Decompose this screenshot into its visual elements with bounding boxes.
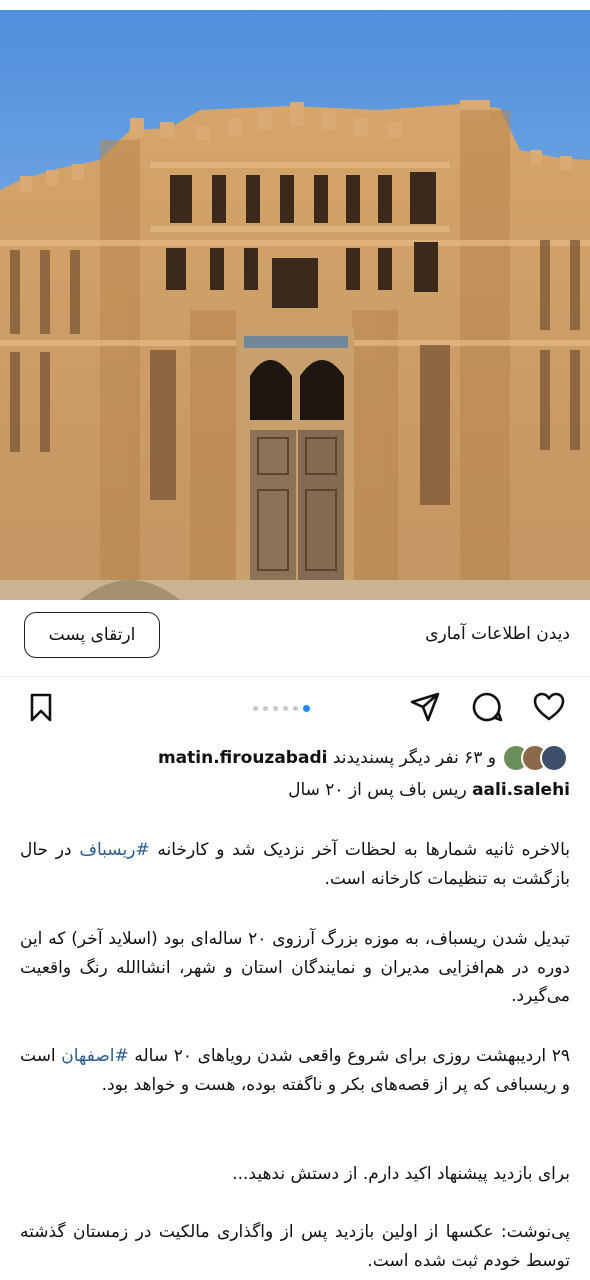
- boost-post-button[interactable]: ارتقای پست: [24, 612, 160, 658]
- caption-title: ریس باف پس از ۲۰ سال: [288, 780, 467, 800]
- likes-summary[interactable]: و ۶۳ نفر دیگر پسندیدند matin.firouzabadi: [158, 742, 568, 774]
- caption-paragraph: برای بازدید پیشنهاد اکید دارم. از دستش ن…: [232, 1164, 570, 1184]
- carousel-dot: [253, 705, 258, 711]
- like-heart-icon[interactable]: [532, 690, 566, 724]
- caption-header: aali.salehi ریس باف پس از ۲۰ سال: [288, 780, 570, 800]
- comment-icon[interactable]: [470, 690, 504, 724]
- post-actions: [0, 682, 590, 732]
- caption-username[interactable]: aali.salehi: [472, 780, 570, 800]
- caption-text: بالاخره ثانیه شمارها به لحظات آخر نزدیک …: [149, 840, 570, 860]
- likes-text: و ۶۳ نفر دیگر پسندیدند matin.firouzabadi: [158, 748, 496, 768]
- liked-by-username[interactable]: matin.firouzabadi: [158, 748, 327, 768]
- avatar: [540, 744, 568, 772]
- carousel-dot: [273, 705, 278, 711]
- bookmark-icon[interactable]: [24, 690, 58, 724]
- status-strip: [0, 0, 590, 10]
- carousel-dot: [293, 705, 298, 711]
- caption-paragraph: بالاخره ثانیه شمارها به لحظات آخر نزدیک …: [20, 836, 570, 893]
- caption-paragraph: ۲۹ اردیبهشت روزی برای شروع واقعی شدن روی…: [20, 1042, 570, 1099]
- caption-text: ۲۹ اردیبهشت روزی برای شروع واقعی شدن روی…: [128, 1046, 570, 1066]
- carousel-dot-active: [303, 704, 310, 712]
- hashtag-link[interactable]: #ریسباف: [79, 840, 149, 860]
- caption-paragraph: پی‌نوشت: عکسها از اولین بازدید پس از واگ…: [20, 1222, 570, 1271]
- post-image[interactable]: [0, 10, 590, 600]
- carousel-indicator: [253, 704, 310, 712]
- share-icon[interactable]: [408, 690, 442, 724]
- carousel-dot: [283, 705, 288, 711]
- caption-paragraph: تبدیل شدن ریسباف، به موزه بزرگ آرزوی ۲۰ …: [20, 929, 570, 1006]
- hashtag-link[interactable]: #اصفهان: [61, 1046, 129, 1066]
- likes-others: و ۶۳ نفر دیگر پسندیدند: [332, 748, 496, 768]
- liker-avatars: [502, 744, 568, 772]
- carousel-dot: [263, 705, 268, 711]
- view-insights-link[interactable]: دیدن اطلاعات آماری: [425, 624, 570, 644]
- insights-row: ارتقای پست دیدن اطلاعات آماری: [0, 600, 590, 677]
